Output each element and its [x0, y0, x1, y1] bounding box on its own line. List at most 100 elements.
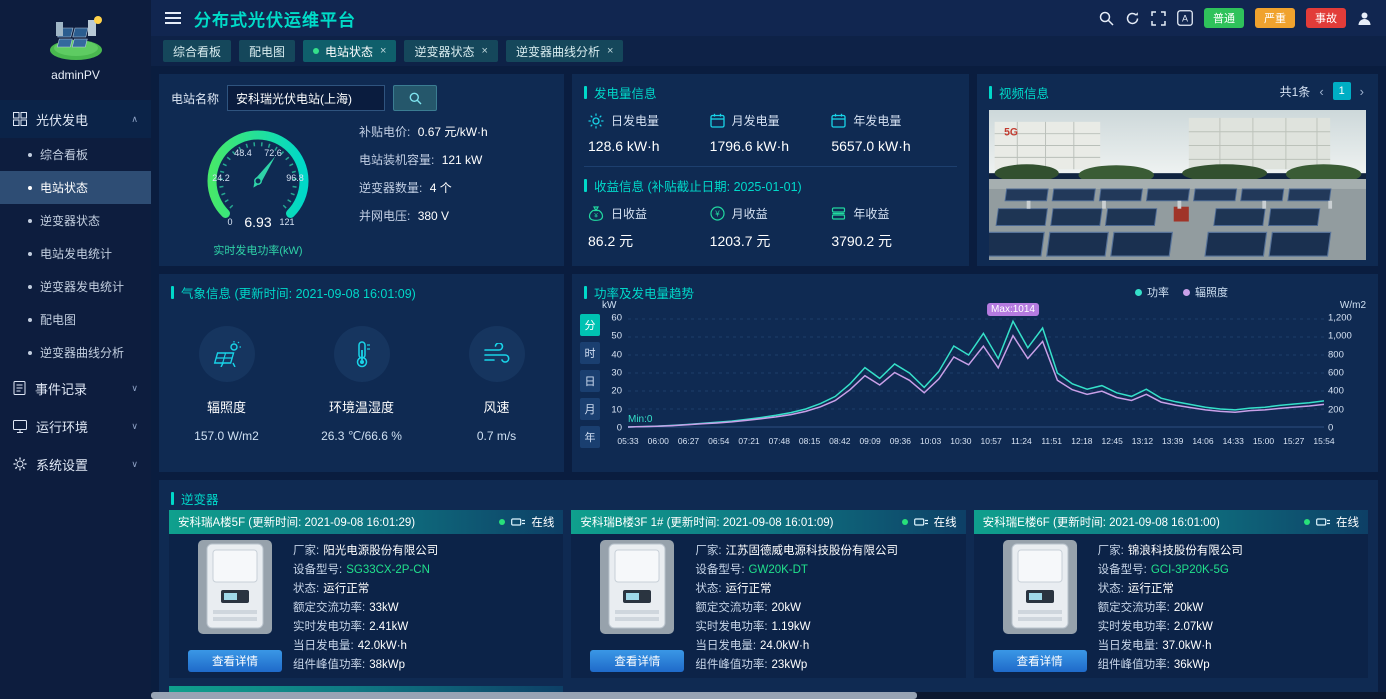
wind-speed-cell: 风速 0.7 m/s — [429, 326, 564, 443]
field-value: 2.07kW — [1173, 621, 1213, 633]
tab-distribution[interactable]: 配电图 — [239, 40, 296, 62]
detail-label: 补贴电价: — [359, 125, 411, 139]
station-detail-row: 并网电压: 380 V — [359, 207, 558, 224]
refresh-icon[interactable] — [1125, 11, 1140, 26]
tab-curve-analysis[interactable]: 逆变器曲线分析 × — [505, 40, 624, 62]
daily-revenue: ¥ 日收益 86.2 元 — [588, 205, 710, 251]
wind-icon — [468, 326, 525, 382]
x-tick-label: 06:27 — [677, 436, 700, 446]
view-details-button[interactable]: 查看详情 — [188, 650, 282, 672]
sidebar-item-station-stats[interactable]: 电站发电统计 — [0, 237, 151, 270]
sidebar-group-events[interactable]: 事件记录 ∨ — [0, 369, 151, 407]
field-value: 锦浪科技股份有限公司 — [1127, 545, 1243, 557]
sidebar-item-curve-analysis[interactable]: 逆变器曲线分析 — [0, 336, 151, 369]
page-prev-icon[interactable]: ‹ — [1317, 84, 1325, 99]
weather-value: 0.7 m/s — [476, 429, 517, 443]
sidebar-item-distribution[interactable]: 配电图 — [0, 303, 151, 336]
station-details: 补贴电价: 0.67 元/kW·h 电站装机容量: 121 kW 逆变器数量: … — [357, 115, 564, 258]
gear-icon — [13, 457, 27, 471]
page-number[interactable]: 1 — [1332, 82, 1351, 100]
legend-power[interactable]: 功率 — [1135, 284, 1169, 300]
inverter-field-row: 设备型号: GCI-3P20K-5G — [1098, 561, 1362, 580]
metric-label: 年发电量 — [853, 114, 902, 128]
horizontal-scrollbar[interactable] — [151, 692, 1386, 699]
view-details-button[interactable]: 查看详情 — [590, 650, 685, 672]
detail-label: 逆变器数量: — [359, 181, 423, 195]
close-icon[interactable]: × — [380, 45, 386, 57]
inverter-field-row: 状态: 运行正常 — [1098, 580, 1362, 599]
y-axis-unit-right: W/m2 — [1339, 300, 1366, 311]
x-tick-label: 09:36 — [889, 436, 911, 446]
x-tick-label: 14:06 — [1192, 436, 1214, 446]
station-name-input[interactable] — [227, 85, 386, 111]
close-icon[interactable]: × — [482, 45, 488, 57]
metric-value: 1203.7 元 — [709, 233, 771, 249]
inverter-field-row: 当日发电量: 42.0kW·h — [293, 637, 557, 656]
inverter-field-row: 厂家: 阳光电源股份有限公司 — [293, 542, 557, 561]
x-tick-label: 06:54 — [708, 436, 730, 446]
scrollbar-thumb[interactable] — [151, 692, 917, 699]
legend-irradiance[interactable]: 辐照度 — [1183, 284, 1228, 300]
user-icon[interactable] — [1357, 11, 1372, 26]
metric-label: 月发电量 — [731, 114, 780, 128]
x-tick-label: 11:51 — [1041, 436, 1062, 446]
main-content: 电站名称 0 — [151, 66, 1386, 699]
field-value: 42.0kW·h — [357, 640, 407, 652]
station-search-button[interactable] — [393, 85, 438, 111]
translate-icon[interactable]: A — [1177, 10, 1193, 26]
field-label: 额定交流功率: — [293, 602, 366, 614]
search-icon[interactable] — [1099, 11, 1114, 26]
range-button-year[interactable]: 年 — [580, 426, 600, 448]
field-value: 23kWp — [771, 659, 808, 671]
gauge-tick: 24.2 — [212, 173, 230, 183]
close-icon[interactable]: × — [607, 45, 613, 57]
field-value: 2.41kW — [369, 621, 409, 633]
inverter-field-row: 额定交流功率: 20kW — [695, 599, 959, 618]
tab-dashboard[interactable]: 综合看板 — [163, 40, 232, 62]
tab-label: 电站状态 — [325, 44, 374, 59]
x-tick-label: 15:00 — [1252, 436, 1275, 446]
alarm-badge-accident[interactable]: 事故 — [1306, 8, 1346, 28]
sidebar-item-station-status[interactable]: 电站状态 — [0, 171, 151, 204]
alarm-badge-severe[interactable]: 严重 — [1255, 8, 1295, 28]
trend-chart[interactable]: Max:58.72Max:1014Min:0 — [628, 303, 1324, 428]
grid-icon — [13, 112, 27, 126]
gauge-tick: 96.8 — [286, 173, 304, 183]
tab-inverter-status[interactable]: 逆变器状态 × — [404, 40, 498, 62]
metric-value: 128.6 kW·h — [588, 138, 660, 154]
plug-icon — [913, 518, 928, 526]
inverter-card-1: 安科瑞A楼5F (更新时间: 2021-09-08 16:01:29) 在线 查… — [169, 510, 564, 678]
alarm-badge-normal[interactable]: 普通 — [1204, 8, 1244, 28]
field-label: 组件峰值功率: — [1097, 659, 1170, 671]
page-next-icon[interactable]: › — [1358, 84, 1366, 99]
plug-icon — [1316, 518, 1330, 526]
irradiance-icon — [198, 326, 255, 382]
sidebar-group-pv[interactable]: 光伏发电 ∧ — [0, 100, 151, 138]
sidebar-group-environment[interactable]: 运行环境 ∨ — [0, 407, 151, 445]
active-dot — [313, 48, 320, 54]
inverter-field-row: 当日发电量: 24.0kW·h — [695, 637, 959, 656]
tab-station-status[interactable]: 电站状态 × — [303, 40, 397, 62]
inverter-cards: 安科瑞A楼5F (更新时间: 2021-09-08 16:01:29) 在线 查… — [169, 510, 1368, 699]
fullscreen-icon[interactable] — [1151, 10, 1166, 26]
legend-dot — [1183, 288, 1190, 296]
y-tick-label: 800 — [1328, 349, 1344, 361]
sidebar-item-inverter-stats[interactable]: 逆变器发电统计 — [0, 270, 151, 303]
field-label: 额定交流功率: — [695, 602, 768, 614]
y-axis-right-labels: 0 200 400 600 800 1,000 1,200 — [1328, 313, 1366, 434]
hamburger-menu-icon[interactable] — [165, 12, 181, 24]
sidebar-group-settings[interactable]: 系统设置 ∨ — [0, 445, 151, 483]
y-tick-label: 40 — [611, 349, 622, 361]
gauge-tick: 0 — [227, 217, 232, 227]
x-tick-label: 08:15 — [798, 436, 821, 446]
inverter-fields: 厂家: 阳光电源股份有限公司 设备型号: SG33CX-2P-CN 状态: 运行… — [293, 540, 557, 672]
camera-video-frame[interactable]: 5G — [989, 110, 1366, 260]
sidebar-item-inverter-status[interactable]: 逆变器状态 — [0, 204, 151, 237]
field-label: 状态: — [293, 583, 320, 595]
view-details-button[interactable]: 查看详情 — [992, 650, 1087, 672]
sidebar-item-dashboard[interactable]: 综合看板 — [0, 138, 151, 171]
field-label: 状态: — [695, 583, 722, 595]
generation-panel: 发电量信息 日发电量 128.6 kW·h 月发电量 1796.6 kW·h 年… — [572, 74, 969, 266]
x-tick-label: 13:39 — [1162, 436, 1184, 446]
online-dot — [901, 519, 908, 525]
